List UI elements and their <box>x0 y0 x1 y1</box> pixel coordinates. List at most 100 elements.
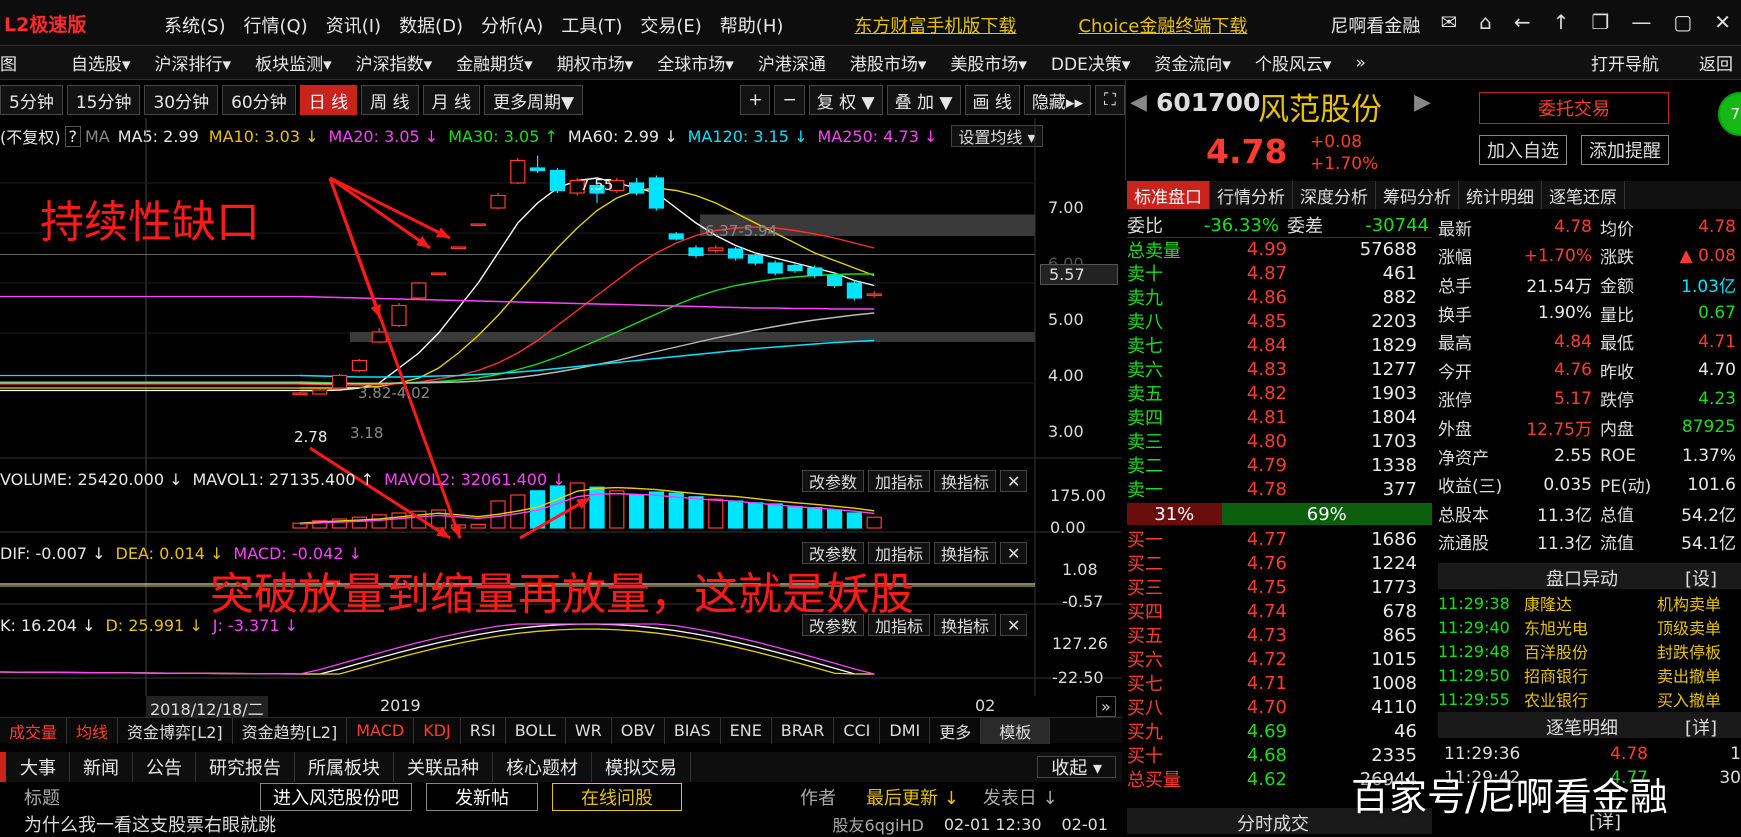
abnormal-settings-link[interactable]: [设] <box>1685 565 1717 591</box>
period-daily[interactable]: 日 线 <box>299 85 358 115</box>
abnormal-row[interactable]: 11:29:55 农业银行 买入撤单 <box>1438 687 1721 711</box>
bids-row[interactable]: 买九 4.69 46 <box>1127 719 1432 744</box>
period-weekly[interactable]: 周 线 <box>361 85 419 115</box>
period-60min[interactable]: 60分钟 <box>222 85 296 115</box>
nav-chart[interactable]: 图 <box>0 50 29 75</box>
tab-tick-replay[interactable]: 逐笔还原 <box>1542 181 1625 209</box>
order-button[interactable]: 委托交易 <box>1479 92 1669 124</box>
bids-row[interactable]: 买七 4.71 1008 <box>1127 671 1432 696</box>
tab-rsi[interactable]: RSI <box>461 717 506 744</box>
change-indicator-button[interactable]: 换指标 <box>934 470 997 492</box>
menu-system[interactable]: 系统(S) <box>155 12 234 38</box>
nav-hk[interactable]: 港股市场▾ <box>838 50 939 75</box>
bids-row[interactable]: 买五 4.73 865 <box>1127 623 1432 648</box>
ask-online-button[interactable]: 在线问股 <box>552 783 682 811</box>
news-col-posted[interactable]: 发表日 ↓ <box>983 784 1058 810</box>
bids-row[interactable]: 买六 4.72 1015 <box>1127 647 1432 672</box>
maximize-icon[interactable]: ▢ <box>1673 10 1692 34</box>
period-15min[interactable]: 15分钟 <box>66 85 141 115</box>
asks-row[interactable]: 卖七 4.84 1829 <box>1127 333 1432 358</box>
nav-ranking[interactable]: 沪深排行▾ <box>143 50 244 75</box>
menu-data[interactable]: 数据(D) <box>390 12 472 38</box>
ticks-detail-link[interactable]: [详] <box>1685 714 1717 740</box>
tab-cci[interactable]: CCI <box>834 717 881 744</box>
bids-row[interactable]: 买十 4.68 2335 <box>1127 743 1432 768</box>
bids-row[interactable]: 买八 4.70 4110 <box>1127 695 1432 720</box>
tab-dmi[interactable]: DMI <box>880 717 931 744</box>
draw-line-button[interactable]: 画 线 <box>964 85 1020 115</box>
overlay-button[interactable]: 叠 加 ▼ <box>886 85 961 115</box>
scroll-right-icon[interactable]: » <box>1096 696 1116 717</box>
news-col-updated[interactable]: 最后更新 ↓ <box>866 784 959 810</box>
abnormal-row[interactable]: 11:29:50 招商银行 卖出撤单 <box>1438 663 1721 687</box>
menu-quotes[interactable]: 行情(Q) <box>234 12 316 38</box>
tab-stats[interactable]: 统计明细 <box>1459 181 1542 209</box>
nav-dde[interactable]: DDE决策▾ <box>1039 50 1142 75</box>
news-tab-sim-trade[interactable]: 模拟交易 <box>592 752 691 782</box>
close-icon[interactable]: ✕ <box>1714 10 1731 34</box>
news-tab-research[interactable]: 研究报告 <box>196 752 295 782</box>
zoom-in-button[interactable]: + <box>740 85 771 115</box>
tab-kdj[interactable]: KDJ <box>414 717 461 744</box>
asks-row[interactable]: 卖三 4.80 1703 <box>1127 429 1432 454</box>
abnormal-row[interactable]: 11:29:40 东旭光电 顶级卖单 <box>1438 615 1721 639</box>
tab-market-analysis[interactable]: 行情分析 <box>1210 181 1293 209</box>
period-more[interactable]: 更多周期▼ <box>483 85 584 115</box>
nav-sector-monitor[interactable]: 板块监测▾ <box>243 50 344 75</box>
news-tab-sectors[interactable]: 所属板块 <box>295 752 394 782</box>
mobile-download-link[interactable]: 东方财富手机版下载 <box>832 12 1038 38</box>
home-icon[interactable]: ⌂ <box>1479 10 1492 34</box>
bids-row[interactable]: 买一 4.77 1686 <box>1127 527 1432 552</box>
user-name[interactable]: 尼啊看金融 <box>1321 12 1429 38</box>
choice-download-link[interactable]: Choice金融终端下载 <box>1056 12 1269 38</box>
prev-stock-icon[interactable]: ◀ <box>1130 90 1147 115</box>
asks-row[interactable]: 卖九 4.86 882 <box>1127 285 1432 310</box>
collapse-button[interactable]: 收起 ▾ <box>1037 756 1116 779</box>
bids-row[interactable]: 买四 4.74 678 <box>1127 599 1432 624</box>
nav-global[interactable]: 全球市场▾ <box>645 50 746 75</box>
zoom-out-button[interactable]: − <box>774 85 805 115</box>
fullscreen-icon[interactable]: ⛶ <box>1095 85 1125 115</box>
nav-more[interactable]: » <box>1343 53 1377 73</box>
tab-depth-analysis[interactable]: 深度分析 <box>1293 181 1376 209</box>
nav-fund-flow[interactable]: 资金流向▾ <box>1142 50 1243 75</box>
tab-template[interactable]: 模板 <box>981 717 1051 744</box>
tab-ma[interactable]: 均线 <box>67 717 119 744</box>
close-panel-icon[interactable]: ✕ <box>1000 614 1028 636</box>
tab-more[interactable]: 更多 <box>930 717 982 744</box>
period-30min[interactable]: 30分钟 <box>144 85 219 115</box>
restore-window-icon[interactable]: ❐ <box>1591 10 1609 34</box>
change-indicator-button[interactable]: 换指标 <box>934 614 997 636</box>
period-monthly[interactable]: 月 线 <box>422 85 480 115</box>
nav-index[interactable]: 沪深指数▾ <box>344 50 445 75</box>
tab-macd[interactable]: MACD <box>347 717 415 744</box>
asks-row[interactable]: 卖一 4.78 377 <box>1127 477 1432 502</box>
edit-params-button[interactable]: 改参数 <box>802 470 865 492</box>
menu-info[interactable]: 资讯(I) <box>317 12 390 38</box>
bids-row[interactable]: 买二 4.76 1224 <box>1127 551 1432 576</box>
nav-watchlist[interactable]: 自选股▾ <box>59 50 143 75</box>
menu-tools[interactable]: 工具(T) <box>552 12 631 38</box>
news-tab-related[interactable]: 关联品种 <box>394 752 493 782</box>
nav-connect[interactable]: 沪港深通 <box>746 50 838 75</box>
tab-chip-analysis[interactable]: 筹码分析 <box>1376 181 1459 209</box>
up-arrow-icon[interactable]: ↑ <box>1553 10 1570 34</box>
menu-trade[interactable]: 交易(E) <box>631 12 710 38</box>
add-watchlist-button[interactable]: 加入自选 <box>1479 135 1567 165</box>
news-tab-events[interactable]: 大事 <box>0 752 70 782</box>
asks-row[interactable]: 卖八 4.85 2203 <box>1127 309 1432 334</box>
tab-volume[interactable]: 成交量 <box>0 717 68 744</box>
next-stock-icon[interactable]: ▶ <box>1414 90 1431 115</box>
news-tab-themes[interactable]: 核心题材 <box>493 752 592 782</box>
add-alert-button[interactable]: 添加提醒 <box>1581 135 1669 165</box>
abnormal-row[interactable]: 11:29:38 康隆达 机构卖单 <box>1438 591 1721 615</box>
tab-fund-trend[interactable]: 资金趋势[L2] <box>233 717 348 744</box>
news-title[interactable]: 为什么我一看这支股票右眼就跳 <box>24 811 276 837</box>
adjust-button[interactable]: 复 权 ▼ <box>808 85 883 115</box>
tab-bias[interactable]: BIAS <box>665 717 721 744</box>
menu-analysis[interactable]: 分析(A) <box>472 12 552 38</box>
kline-chart-area[interactable]: (不复权) ? MA MA5: 2.99 MA10: 3.03 ↓ MA20: … <box>0 118 1122 696</box>
close-panel-icon[interactable]: ✕ <box>1000 470 1028 492</box>
nav-futures[interactable]: 金融期货▾ <box>444 50 545 75</box>
asks-row[interactable]: 卖六 4.83 1277 <box>1127 357 1432 382</box>
